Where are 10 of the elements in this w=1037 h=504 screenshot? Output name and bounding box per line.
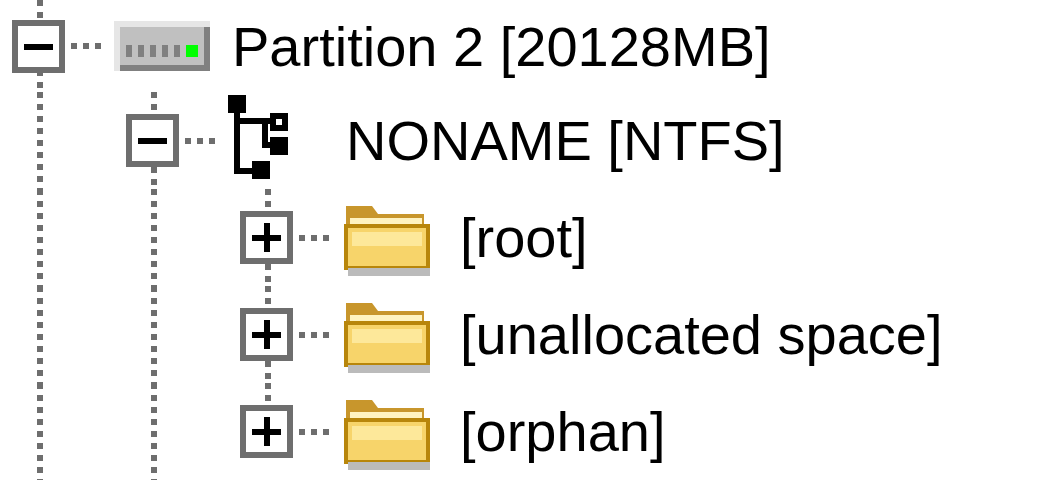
node-label[interactable]: Partition 2 [20128MB] (232, 13, 771, 79)
expander[interactable] (126, 114, 179, 167)
expander[interactable] (240, 405, 293, 458)
expander[interactable] (12, 19, 65, 73)
node-label[interactable]: [unallocated space] (460, 302, 943, 367)
expander[interactable] (240, 308, 293, 361)
expander[interactable] (240, 211, 293, 264)
node-label[interactable]: [root] (460, 205, 588, 270)
node-label[interactable]: [orphan] (460, 399, 666, 464)
node-label[interactable]: NONAME [NTFS] (346, 108, 785, 173)
